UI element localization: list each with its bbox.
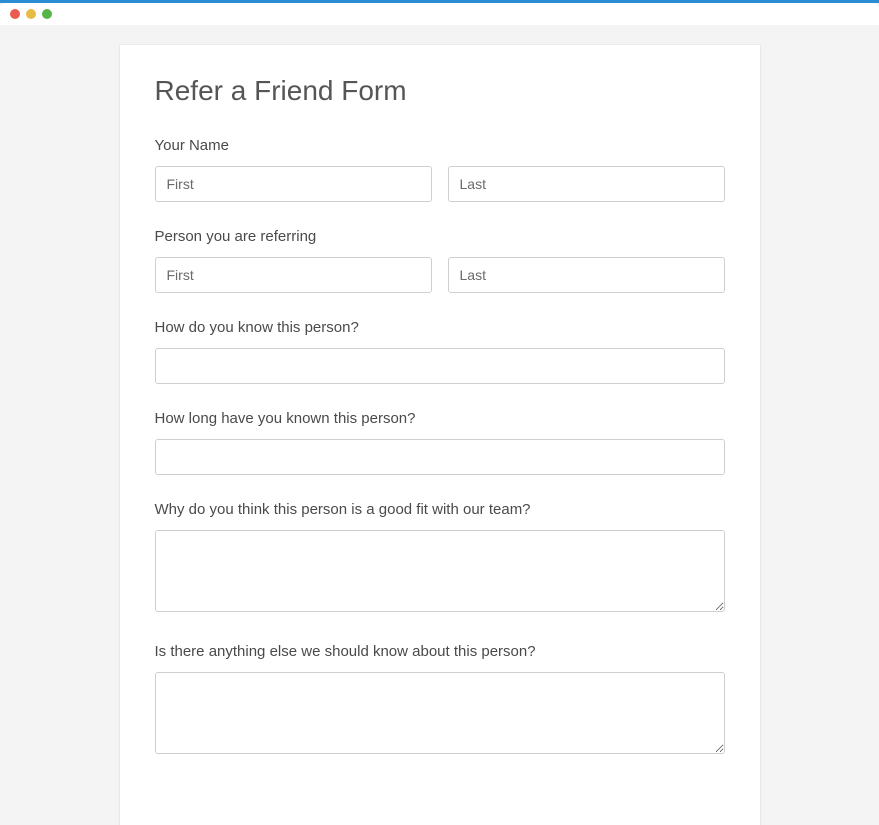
- label-referring: Person you are referring: [155, 228, 725, 245]
- how-know-input[interactable]: [155, 348, 725, 384]
- section-anything-else: Is there anything else we should know ab…: [155, 643, 725, 759]
- label-how-long: How long have you known this person?: [155, 410, 725, 427]
- window-accent-bar: [0, 0, 879, 3]
- referring-last-input[interactable]: [448, 257, 725, 293]
- anything-else-textarea[interactable]: [155, 672, 725, 754]
- why-fit-textarea[interactable]: [155, 530, 725, 612]
- section-referring: Person you are referring: [155, 228, 725, 293]
- minimize-icon[interactable]: [26, 9, 36, 19]
- your-name-first-input[interactable]: [155, 166, 432, 202]
- referring-first-input[interactable]: [155, 257, 432, 293]
- referring-name-row: [155, 257, 725, 293]
- label-how-know: How do you know this person?: [155, 319, 725, 336]
- label-your-name: Your Name: [155, 137, 725, 154]
- section-how-long: How long have you known this person?: [155, 410, 725, 475]
- close-icon[interactable]: [10, 9, 20, 19]
- label-anything-else: Is there anything else we should know ab…: [155, 643, 725, 660]
- section-how-know: How do you know this person?: [155, 319, 725, 384]
- how-long-input[interactable]: [155, 439, 725, 475]
- form-card: Refer a Friend Form Your Name Person you…: [120, 45, 760, 825]
- your-name-last-input[interactable]: [448, 166, 725, 202]
- section-your-name: Your Name: [155, 137, 725, 202]
- section-why-fit: Why do you think this person is a good f…: [155, 501, 725, 617]
- your-name-row: [155, 166, 725, 202]
- window-chrome: [0, 3, 879, 25]
- maximize-icon[interactable]: [42, 9, 52, 19]
- form-title: Refer a Friend Form: [155, 75, 725, 107]
- page-area: Refer a Friend Form Your Name Person you…: [0, 25, 879, 653]
- label-why-fit: Why do you think this person is a good f…: [155, 501, 725, 518]
